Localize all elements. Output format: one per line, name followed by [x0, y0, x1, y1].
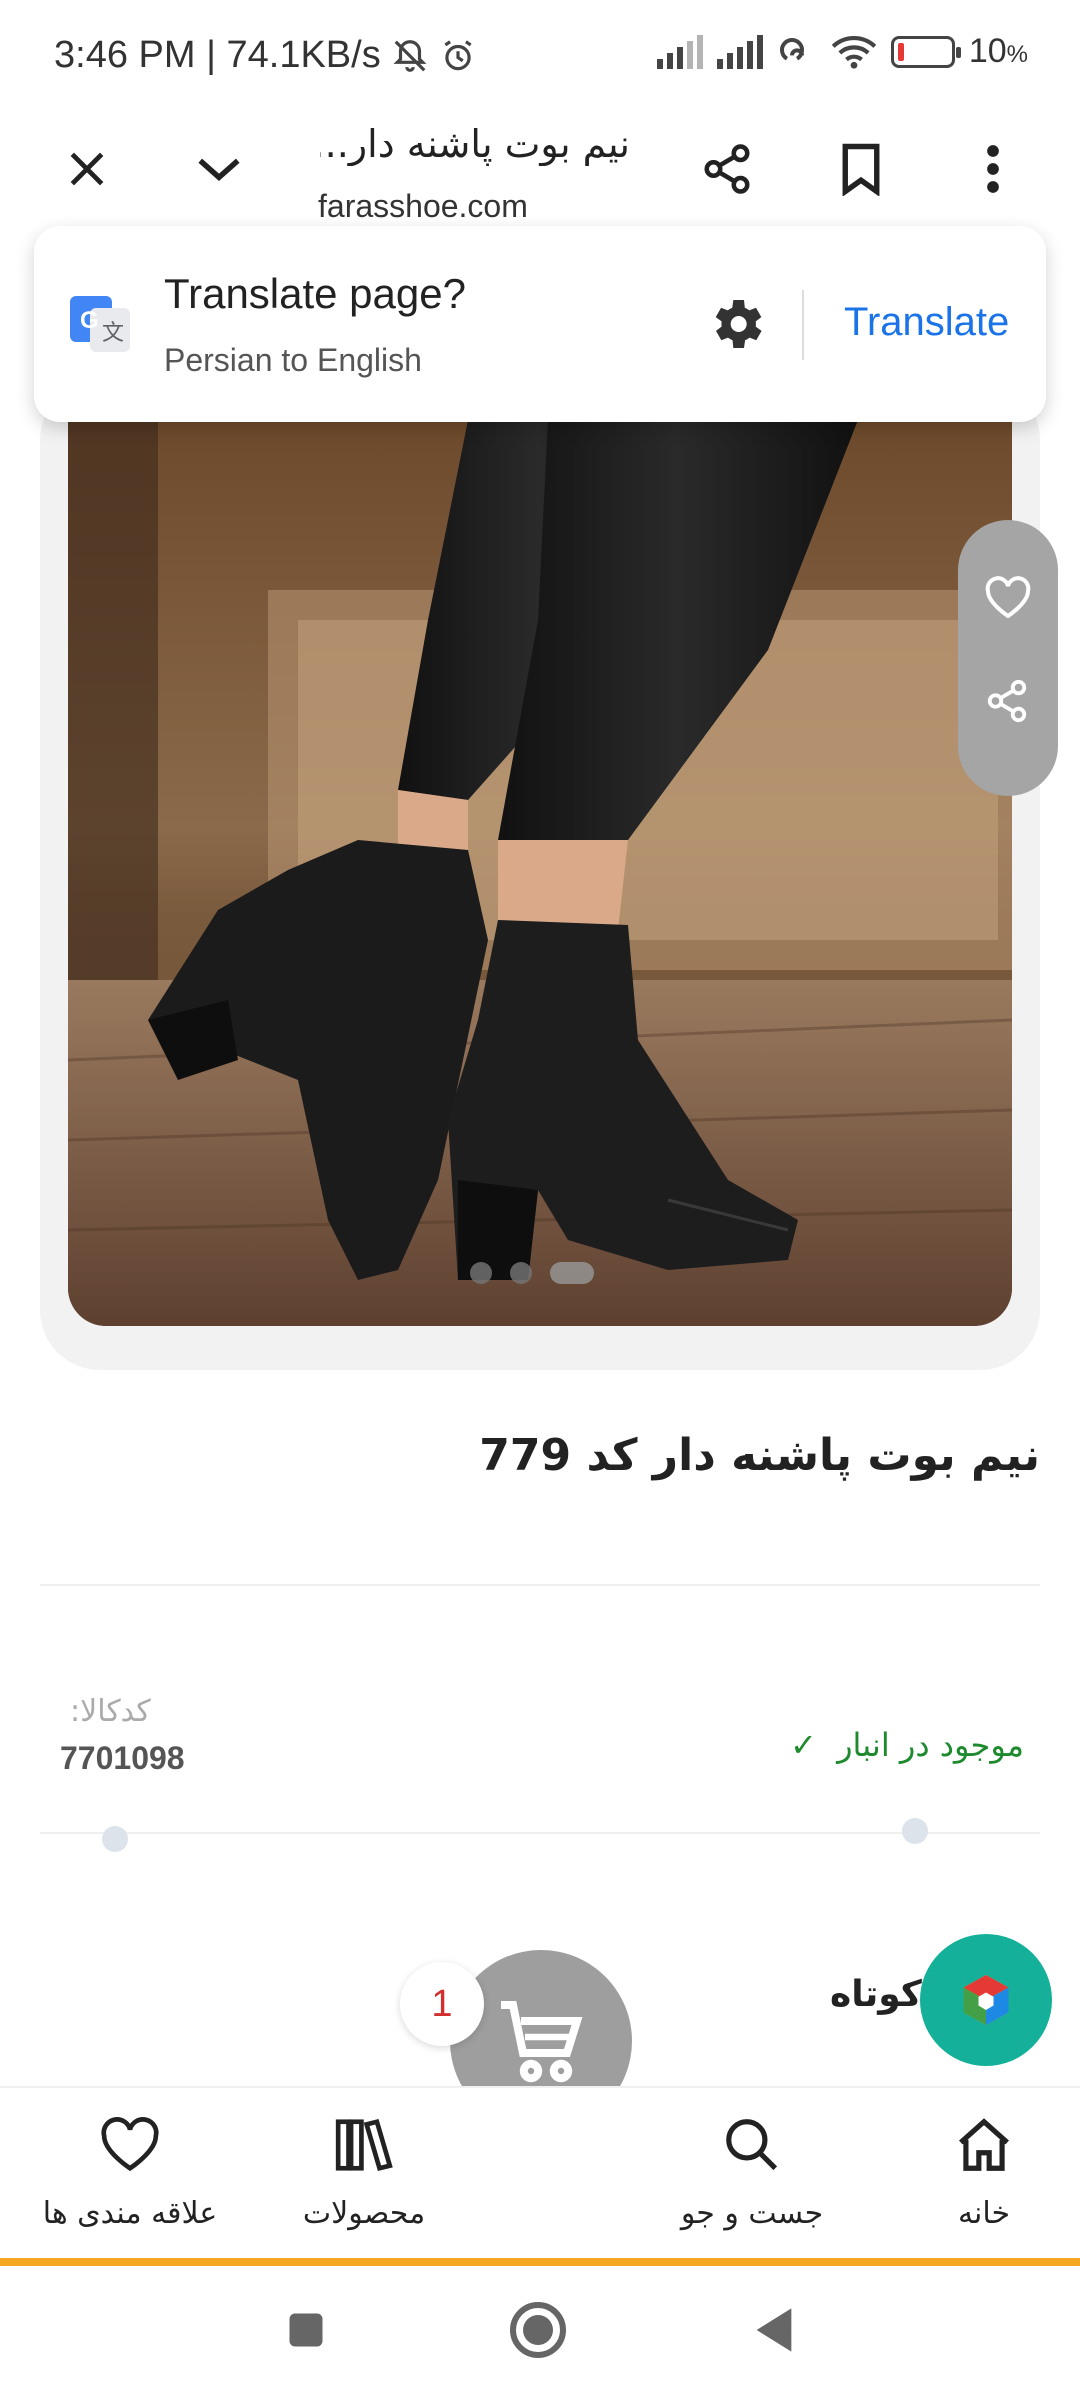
battery-value: 10	[968, 32, 1007, 70]
translate-settings-button[interactable]	[704, 292, 768, 356]
bookmark-icon	[842, 143, 880, 196]
product-title: نیم بوت پاشنه دار کد 779	[479, 1430, 1040, 1481]
status-bar: 3:46 PM | 74.1KB/s 10%	[0, 0, 1080, 110]
carousel-dot-active[interactable]	[550, 1262, 594, 1284]
home-system-button[interactable]	[508, 2300, 568, 2364]
status-time-speed: 3:46 PM | 74.1KB/s	[54, 34, 381, 76]
hotspot-icon	[779, 37, 804, 60]
search-icon	[726, 2119, 778, 2171]
heart-icon	[985, 576, 1031, 619]
cart-icon	[501, 2001, 583, 2083]
signal-1-icon	[656, 34, 703, 69]
product-photo[interactable]	[68, 420, 1012, 1326]
chat-support-button[interactable]	[920, 1934, 1052, 2066]
stock-status-text: موجود در انبار	[837, 1726, 1024, 1764]
cube-logo-icon	[963, 1975, 1009, 2025]
recents-button[interactable]	[284, 2308, 328, 2356]
carousel-dot[interactable]	[470, 1262, 492, 1284]
translate-divider	[802, 290, 804, 360]
status-left: 3:46 PM | 74.1KB/s	[54, 34, 477, 77]
bottom-navigation: خانه جست و جو محصولات علاقه مندی ها	[0, 2086, 1080, 2264]
image-side-actions	[958, 520, 1058, 796]
nav-search[interactable]: جست و جو	[632, 2110, 872, 2231]
more-options-button[interactable]	[958, 134, 1028, 204]
nav-products[interactable]: محصولات	[244, 2110, 484, 2231]
svg-text:G: G	[80, 307, 99, 334]
section-title: کوتاه	[830, 1974, 922, 2015]
more-vert-icon	[987, 145, 999, 193]
square-icon	[289, 2313, 323, 2347]
minimize-button[interactable]	[184, 134, 254, 204]
slider-dot	[902, 1818, 928, 1844]
status-right: 10%	[656, 32, 1028, 71]
page-url: farasshoe.com	[318, 188, 528, 224]
translate-languages: Persian to English	[164, 342, 422, 378]
nav-accent-bar	[0, 2258, 1080, 2266]
translate-button[interactable]: Translate	[844, 300, 1009, 345]
translate-title: Translate page?	[164, 270, 466, 317]
gear-icon	[715, 300, 762, 348]
slider-dot	[102, 1826, 128, 1852]
wifi-icon	[831, 35, 877, 69]
product-code-label: کدکالا:	[70, 1694, 151, 1729]
close-tab-button[interactable]	[52, 134, 122, 204]
ankle-boots-photo	[68, 420, 1012, 1326]
nav-home-label: خانه	[957, 2196, 1011, 2231]
nav-favorites[interactable]: علاقه مندی ها	[10, 2110, 250, 2231]
image-carousel-dots	[470, 1262, 594, 1284]
chevron-down-icon	[198, 158, 240, 181]
browser-toolbar: نیم بوت پاشنه دار... farasshoe.com	[0, 110, 1080, 240]
battery-unit: %	[1006, 41, 1028, 68]
nav-search-label: جست و جو	[680, 2196, 824, 2231]
battery-icon	[890, 35, 961, 68]
alarm-icon	[444, 39, 472, 70]
svg-text:文: 文	[102, 321, 124, 346]
product-code-value: 7701098	[60, 1740, 185, 1776]
page-title: نیم بوت پاشنه دار...	[320, 122, 630, 166]
carousel-dot[interactable]	[510, 1262, 532, 1284]
share-product-button[interactable]	[984, 678, 1030, 728]
nav-favorites-label: علاقه مندی ها	[42, 2196, 218, 2231]
home-icon	[959, 2118, 1009, 2171]
nav-products-label: محصولات	[302, 2196, 426, 2231]
cart-count-badge: 1	[400, 1962, 484, 2046]
circle-icon	[510, 2302, 566, 2358]
share-icon	[704, 144, 750, 194]
check-icon: ✓	[790, 1726, 817, 1764]
share-icon	[987, 679, 1027, 723]
stock-status: موجود در انبار ✓	[790, 1726, 1024, 1764]
system-navigation-bar	[0, 2266, 1080, 2400]
books-icon	[335, 2118, 393, 2172]
signal-2-icon	[716, 34, 763, 69]
translate-page-prompt: G文 Translate page? Persian to English Tr…	[34, 226, 1046, 422]
heart-icon	[101, 2117, 159, 2172]
mute-bell-icon	[393, 39, 427, 72]
divider	[40, 1584, 1040, 1586]
battery-level: 10%	[969, 32, 1028, 71]
triangle-back-icon	[756, 2308, 792, 2352]
share-button[interactable]	[692, 134, 762, 204]
close-icon	[70, 152, 104, 186]
divider	[40, 1832, 1040, 1834]
favorite-button[interactable]	[984, 576, 1032, 624]
back-button[interactable]	[752, 2304, 796, 2360]
google-translate-icon: G文	[68, 292, 132, 356]
nav-home[interactable]: خانه	[864, 2110, 1080, 2231]
bookmark-button[interactable]	[826, 134, 896, 204]
